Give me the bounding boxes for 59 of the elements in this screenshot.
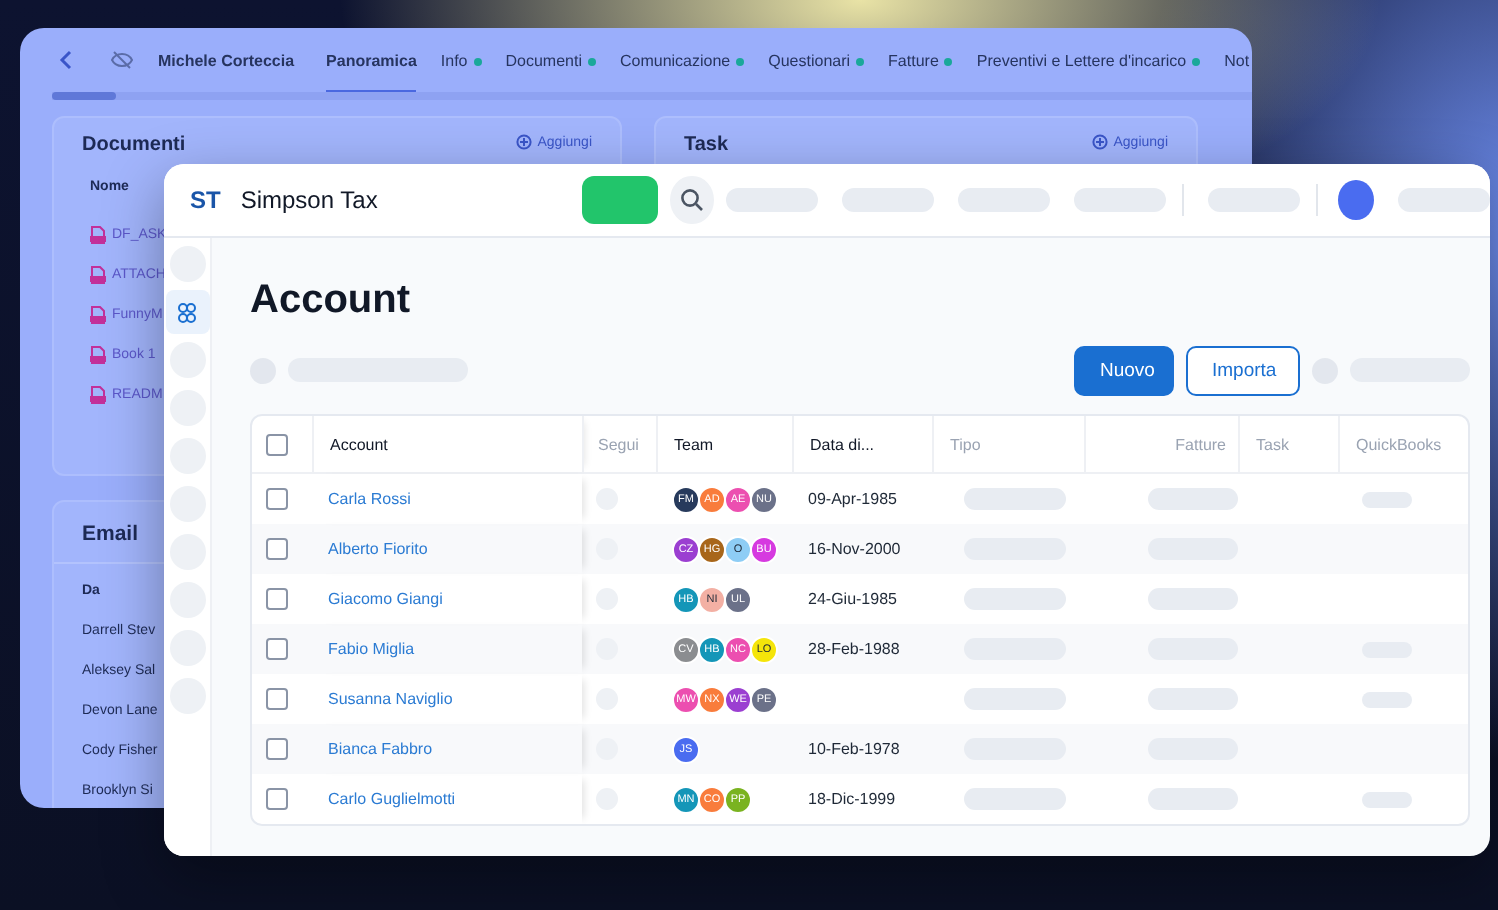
tab[interactable]: Preventivi e Lettere d'incarico [976, 28, 1201, 92]
nav-item[interactable] [165, 290, 209, 334]
card-title: Documenti [82, 134, 186, 156]
column-header[interactable]: Segui [582, 416, 656, 472]
column-header[interactable]: Team [656, 416, 792, 472]
pdf-file-icon [90, 225, 106, 243]
tab[interactable]: Info [440, 28, 482, 92]
pdf-file-icon [90, 305, 106, 323]
column-header[interactable]: QuickBooks [1338, 416, 1466, 472]
eye-off-icon[interactable] [110, 50, 134, 70]
add-icon[interactable] [1091, 134, 1108, 150]
row-checkbox[interactable] [266, 488, 288, 510]
action-button[interactable]: Nuovo [1074, 345, 1174, 395]
date-text: 18-Dic-1999 [808, 790, 896, 808]
row-checkbox[interactable] [266, 688, 288, 710]
search-icon [680, 188, 705, 212]
row-checkbox[interactable] [266, 538, 288, 560]
column-header[interactable]: Data di... [792, 416, 932, 472]
date-text: 09-Apr-1985 [808, 490, 897, 508]
account-link[interactable]: Carla Rossi [312, 474, 582, 524]
add-icon[interactable] [515, 134, 532, 150]
account-link[interactable]: Giacomo Giangi [312, 574, 582, 624]
account-link[interactable]: Alberto Fiorito [312, 524, 582, 574]
date-text: 16-Nov-2000 [808, 540, 901, 558]
row-checkbox[interactable] [266, 738, 288, 760]
card-title: Task [684, 134, 729, 156]
pdf-file-icon [90, 265, 106, 283]
search-button[interactable] [670, 176, 714, 224]
tab[interactable]: Questionari [768, 28, 865, 92]
app-name: Simpson Tax [240, 186, 378, 214]
column-header[interactable]: Fatture [1084, 416, 1238, 472]
row-checkbox[interactable] [266, 788, 288, 810]
column-header[interactable]: Account [312, 416, 582, 472]
date-text: 24-Giu-1985 [808, 590, 897, 608]
select-all-checkbox[interactable] [266, 433, 288, 455]
column-header[interactable]: Task [1238, 416, 1338, 472]
user-avatar[interactable] [1338, 180, 1374, 220]
column-header[interactable]: Tipo [932, 416, 1084, 472]
row-checkbox[interactable] [266, 638, 288, 660]
date-text: 28-Feb-1988 [808, 640, 900, 658]
client-name: Michele Corteccia [158, 51, 295, 69]
account-link[interactable]: Carlo Guglielmotti [312, 774, 582, 824]
tab[interactable]: Documenti [505, 28, 596, 92]
logo: ST [190, 186, 221, 214]
pdf-file-icon [90, 385, 106, 403]
date-text: 10-Feb-1978 [808, 740, 900, 758]
people-icon [176, 301, 198, 323]
tab[interactable]: Fatture [888, 28, 953, 92]
tab[interactable]: Comunicazione [619, 28, 745, 92]
page-title: Account [250, 278, 412, 324]
account-link[interactable]: Bianca Fabbro [312, 724, 582, 774]
tab[interactable]: Not [1224, 28, 1250, 92]
action-button[interactable] [581, 176, 659, 224]
account-link[interactable]: Fabio Miglia [312, 624, 582, 674]
pdf-file-icon [90, 345, 106, 363]
row-checkbox[interactable] [266, 588, 288, 610]
account-link[interactable]: Susanna Naviglio [312, 674, 582, 724]
action-button[interactable]: Importa [1186, 345, 1300, 395]
card-title: Email [80, 520, 141, 550]
